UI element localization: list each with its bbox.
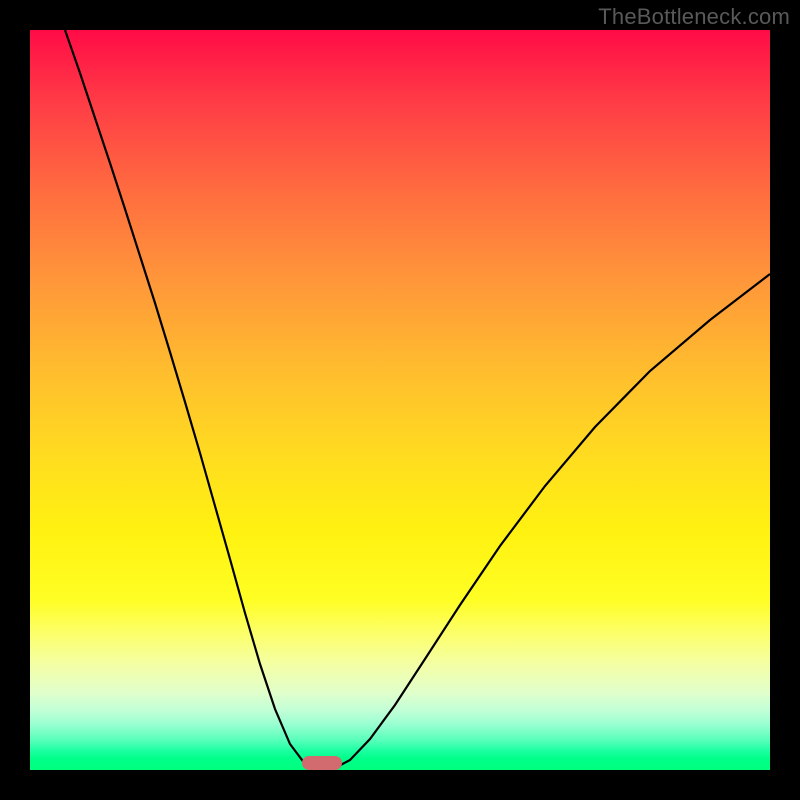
curve-right [325,274,770,770]
bottleneck-curves [30,30,770,770]
optimal-marker [302,756,342,770]
curve-left [65,30,320,770]
plot-container: TheBottleneck.com [0,0,800,800]
plot-area [30,30,770,770]
watermark-text: TheBottleneck.com [598,4,790,30]
